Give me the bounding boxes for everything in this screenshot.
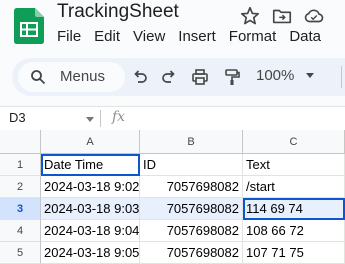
cell-a1[interactable]: Date Time [41, 154, 140, 176]
cell-b2[interactable]: 7057698082 [140, 176, 243, 198]
cell-c3[interactable]: 114 69 74 [243, 198, 345, 220]
row-header-5[interactable]: 5 [0, 242, 41, 264]
cell-a4[interactable]: 2024-03-18 9:04 [41, 220, 140, 242]
menu-view[interactable]: View [133, 27, 165, 47]
undo-icon[interactable] [130, 67, 150, 87]
cell-c4[interactable]: 108 66 72 [243, 220, 345, 242]
print-icon[interactable] [190, 67, 210, 87]
cell-a5[interactable]: 2024-03-18 9:05 [41, 242, 140, 264]
select-all-corner[interactable] [0, 130, 41, 154]
cell-b5[interactable]: 7057698082 [140, 242, 243, 264]
cell-c5[interactable]: 107 71 75 [243, 242, 345, 264]
column-header-c[interactable]: C [243, 130, 345, 154]
cell-c1[interactable]: Text [243, 154, 345, 176]
name-box[interactable]: D3 [9, 110, 26, 125]
menu-file[interactable]: File [57, 27, 81, 47]
cell-a3[interactable]: 2024-03-18 9:03 [41, 198, 140, 220]
name-box-chevron-icon[interactable] [86, 117, 94, 122]
star-icon[interactable] [239, 5, 261, 27]
menu-data[interactable]: Data [289, 27, 321, 47]
row-header-1[interactable]: 1 [0, 154, 41, 176]
zoom-select[interactable]: 100% [256, 67, 294, 84]
search-menus-button[interactable]: Menus [18, 62, 125, 92]
row-header-2[interactable]: 2 [0, 176, 41, 198]
column-header-b[interactable]: B [140, 130, 243, 154]
row-header-4[interactable]: 4 [0, 220, 41, 242]
sheets-logo-icon[interactable] [14, 8, 44, 44]
search-icon [31, 70, 46, 85]
cell-a2[interactable]: 2024-03-18 9:02 [41, 176, 140, 198]
chevron-down-icon[interactable] [306, 73, 314, 78]
menu-format[interactable]: Format [229, 27, 277, 47]
search-menus-label: Menus [60, 68, 106, 85]
menu-bar: File Edit View Insert Format Data [57, 27, 334, 47]
menu-insert[interactable]: Insert [178, 27, 216, 47]
cell-c2[interactable]: /start [243, 176, 345, 198]
move-to-folder-icon[interactable] [271, 5, 293, 27]
toolbar: Menus 100% [12, 58, 345, 96]
fx-icon: fx [112, 109, 126, 125]
toolbar-divider [341, 66, 342, 88]
document-title[interactable]: TrackingSheet [57, 1, 179, 23]
paint-format-icon[interactable] [222, 67, 242, 87]
redo-icon[interactable] [159, 67, 179, 87]
cell-b3[interactable]: 7057698082 [140, 198, 243, 220]
row-header-3[interactable]: 3 [0, 198, 41, 220]
cloud-status-icon[interactable] [303, 5, 325, 27]
cell-b4[interactable]: 7057698082 [140, 220, 243, 242]
spreadsheet-grid: A B C 1 2 3 4 5 Date Time ID Text 2024-0… [0, 130, 345, 264]
formula-divider [100, 110, 101, 127]
column-header-a[interactable]: A [41, 130, 140, 154]
cell-b1[interactable]: ID [140, 154, 243, 176]
app-header: TrackingSheet File Edit View Insert Format Da… [0, 0, 345, 56]
formula-bar: D3 fx [0, 106, 345, 131]
menu-edit[interactable]: Edit [94, 27, 120, 47]
